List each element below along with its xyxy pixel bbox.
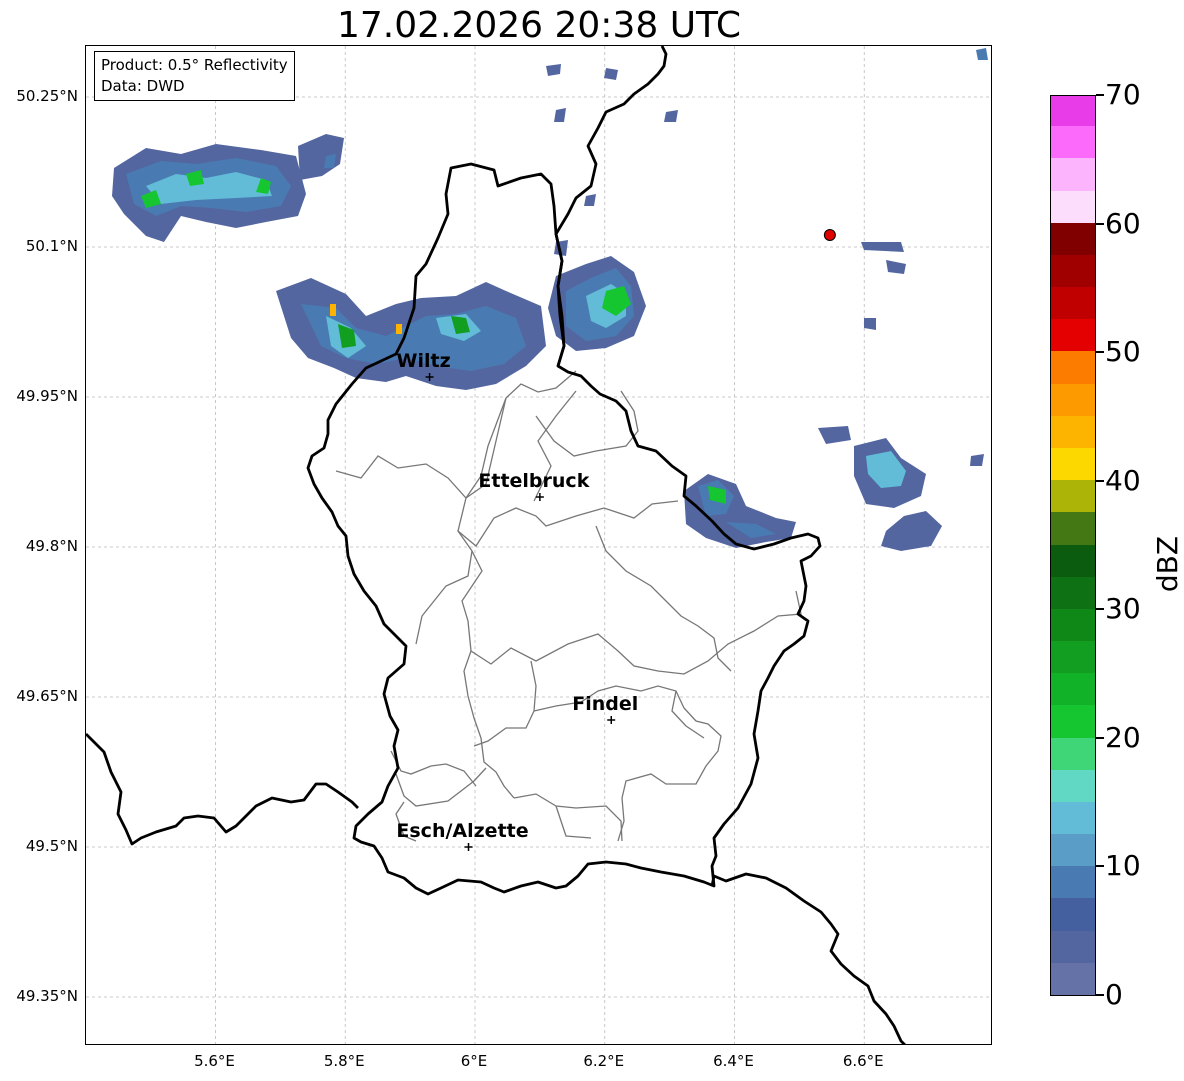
echo-cluster-wiltz: [276, 278, 546, 390]
colorbar-segment: [1051, 833, 1095, 867]
colorbar-tick-label: 0: [1105, 978, 1123, 1011]
colorbar-unit-label: dBZ: [1151, 535, 1184, 593]
colorbar-segment: [1051, 801, 1095, 835]
colorbar-segment: [1051, 415, 1095, 448]
colorbar-tick: [1096, 479, 1104, 482]
colorbar-tick-label: 60: [1105, 206, 1141, 240]
city-label: Wiltz: [397, 350, 451, 372]
colorbar-tick: [1096, 865, 1104, 868]
colorbar-tick: [1096, 351, 1104, 354]
city-label: Ettelbruck: [478, 470, 589, 492]
chart-title: 17.02.2026 20:38 UTC: [336, 5, 742, 46]
lat-tick-label: 49.65°N: [16, 687, 78, 705]
colorbar-segment: [1051, 318, 1095, 352]
lat-tick-label: 50.25°N: [16, 87, 78, 105]
colorbar-tick: [1096, 994, 1104, 996]
lat-tick-label: 49.8°N: [25, 537, 78, 555]
colorbar-segment: [1051, 930, 1095, 963]
lat-tick-label: 49.95°N: [16, 387, 78, 405]
lat-tick-label: 49.5°N: [25, 837, 78, 855]
map-canvas: Wiltz Ettelbruck Findel Esch/Alzette: [86, 46, 991, 1044]
colorbar-segment: [1051, 350, 1095, 384]
lon-tick-label: 5.6°E: [194, 1052, 235, 1070]
colorbar-segment: [1051, 447, 1095, 481]
colorbar-segment: [1051, 576, 1095, 609]
lon-tick-label: 6.6°E: [842, 1052, 884, 1070]
product-label: Product: 0.5° Reflectivity: [101, 56, 288, 74]
colorbar-segment: [1051, 672, 1095, 706]
canton-borders: [335, 370, 802, 842]
colorbar-tick-label: 50: [1105, 335, 1141, 369]
colorbar-segment: [1051, 254, 1095, 288]
colorbar-segment: [1051, 479, 1095, 513]
colorbar-segment: [1051, 286, 1095, 320]
city-marker-findel: Findel: [572, 693, 638, 724]
colorbar: [1050, 95, 1096, 996]
info-box: Product: 0.5° Reflectivity Data: DWD: [94, 51, 295, 101]
colorbar-segment: [1051, 736, 1095, 770]
colorbar-segment: [1051, 704, 1095, 738]
colorbar-tick-label: 40: [1105, 463, 1141, 497]
colorbar-tick: [1096, 736, 1104, 739]
colorbar-segment: [1051, 511, 1095, 545]
echo-scraps-north: [324, 48, 988, 256]
lat-tick-label: 50.1°N: [25, 237, 78, 255]
lon-tick-label: 6.2°E: [583, 1052, 625, 1070]
colorbar-segment: [1051, 157, 1095, 191]
colorbar-segment: [1051, 543, 1095, 577]
city-markers: Wiltz Ettelbruck Findel Esch/Alzette: [396, 350, 638, 851]
city-marker-eschalzette: Esch/Alzette: [396, 820, 529, 851]
radar-site-marker: [823, 229, 836, 241]
colorbar-segment: [1051, 189, 1095, 223]
radar-site: [823, 229, 836, 241]
colorbar-segment: [1051, 865, 1095, 899]
colorbar-tick: [1096, 94, 1104, 96]
colorbar-tick-label: 30: [1105, 592, 1141, 626]
city-label: Esch/Alzette: [396, 820, 528, 842]
colorbar-segment: [1051, 640, 1095, 674]
colorbar-segment: [1051, 897, 1095, 931]
city-label: Findel: [572, 693, 638, 715]
colorbar-segment: [1051, 222, 1095, 255]
colorbar-segment: [1051, 962, 1095, 995]
radar-map[interactable]: Wiltz Ettelbruck Findel Esch/Alzette: [85, 45, 992, 1045]
lon-tick-label: 6°E: [460, 1052, 488, 1070]
lon-tick-label: 6.4°E: [713, 1052, 754, 1070]
colorbar-tick: [1096, 608, 1104, 611]
colorbar-tick-label: 10: [1105, 849, 1141, 883]
city-marker-ettelbruck: Ettelbruck: [478, 470, 590, 501]
colorbar-tick-label: 20: [1105, 720, 1141, 754]
colorbar-segment: [1051, 125, 1095, 159]
data-source-label: Data: DWD: [101, 77, 185, 95]
colorbar-segment: [1051, 383, 1095, 416]
lon-tick-label: 5.8°E: [323, 1052, 365, 1070]
echo-cluster-far-east: [818, 242, 984, 551]
colorbar-tick-label: 70: [1105, 78, 1141, 111]
colorbar-tick: [1096, 222, 1104, 225]
colorbar-segment: [1051, 96, 1095, 127]
lat-tick-label: 49.35°N: [16, 987, 78, 1005]
colorbar-segment: [1051, 769, 1095, 802]
colorbar-segment: [1051, 608, 1095, 642]
